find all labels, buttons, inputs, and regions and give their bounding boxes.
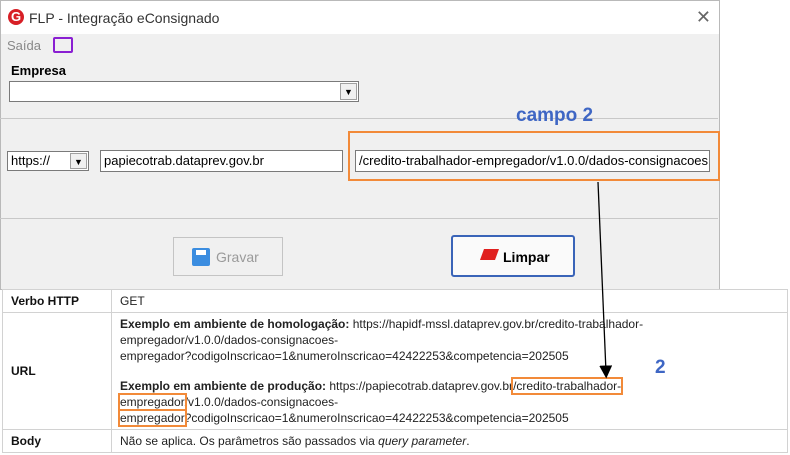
- protocol-value: https://: [11, 153, 51, 168]
- table-row: Body Não se aplica. Os parâmetros são pa…: [2, 429, 788, 453]
- prod-path-highlight: /credito-trabalhador-: [511, 377, 624, 395]
- prod-host-part: https://papiecotrab.dataprev.gov.br: [326, 379, 514, 393]
- gravar-label: Gravar: [216, 249, 259, 265]
- window-title: FLP - Integração eConsignado: [29, 10, 220, 26]
- chevron-down-icon[interactable]: ▼: [340, 83, 357, 100]
- save-icon: [192, 248, 210, 266]
- body-text-end: .: [466, 434, 470, 448]
- prod-label: Exemplo em ambiente de produção:: [120, 379, 327, 393]
- app-logo-icon: G: [8, 9, 24, 25]
- prod-path-highlight: empregador: [118, 393, 187, 411]
- body-header: Body: [2, 429, 112, 453]
- prod-path-part: /v1.0.0/dados-consignacoes-: [184, 395, 339, 409]
- protocol-select[interactable]: https:// ▼: [7, 151, 89, 171]
- menu-item-saida[interactable]: Saída: [7, 38, 41, 53]
- prod-line-1: Exemplo em ambiente de produção: https:/…: [120, 377, 779, 395]
- host-input[interactable]: papiecotrab.dataprev.gov.br: [100, 150, 343, 172]
- verbo-header: Verbo HTTP: [2, 289, 112, 313]
- prod-query-part: ?codigoInscricao=1&numeroInscricao=42422…: [184, 411, 569, 425]
- prod-line-2: empregador/v1.0.0/dados-consignacoes-: [118, 393, 779, 411]
- campo-2-highlight: [348, 131, 720, 181]
- api-doc-table: Verbo HTTP GET URL Exemplo em ambiente d…: [2, 289, 788, 453]
- campo-2-label: campo 2: [516, 105, 594, 126]
- title-bar: G FLP - Integração eConsignado ✕: [1, 1, 719, 34]
- homolog-line-3: empregador?codigoInscricao=1&numeroInscr…: [120, 349, 569, 363]
- table-row: Verbo HTTP GET: [2, 289, 788, 313]
- annotation-number: 2: [655, 357, 666, 378]
- verbo-value: GET: [111, 289, 788, 313]
- body-text-italic: query parameter: [378, 434, 467, 448]
- homolog-label: Exemplo em ambiente de homologação:: [120, 317, 350, 331]
- eraser-icon: [479, 249, 500, 260]
- body-text: Não se aplica. Os parâmetros são passado…: [120, 434, 379, 448]
- limpar-button[interactable]: Limpar: [451, 235, 575, 277]
- prod-path-highlight: empregador: [118, 409, 187, 427]
- empresa-label: Empresa: [11, 63, 66, 78]
- url-header: URL: [2, 312, 112, 430]
- empresa-select[interactable]: ▼: [9, 81, 359, 102]
- homolog-line-1: Exemplo em ambiente de homologação: http…: [120, 316, 779, 332]
- body-value: Não se aplica. Os parâmetros são passado…: [111, 429, 788, 453]
- divider: [0, 118, 718, 119]
- limpar-label: Limpar: [503, 249, 550, 265]
- homolog-url-part: https://hapidf-mssl.dataprev.gov.br/cred…: [349, 317, 644, 331]
- url-value: Exemplo em ambiente de homologação: http…: [111, 312, 788, 430]
- chevron-down-icon[interactable]: ▼: [70, 153, 87, 169]
- table-row: URL Exemplo em ambiente de homologação: …: [2, 312, 788, 430]
- menu-bar: [1, 34, 719, 58]
- close-icon[interactable]: ✕: [696, 7, 711, 28]
- divider: [0, 218, 718, 219]
- prod-line-3: empregador?codigoInscricao=1&numeroInscr…: [118, 409, 779, 427]
- homolog-line-2: empregador/v1.0.0/dados-consignacoes-: [120, 333, 339, 347]
- monitor-icon[interactable]: [53, 37, 73, 53]
- gravar-button[interactable]: Gravar: [173, 237, 283, 276]
